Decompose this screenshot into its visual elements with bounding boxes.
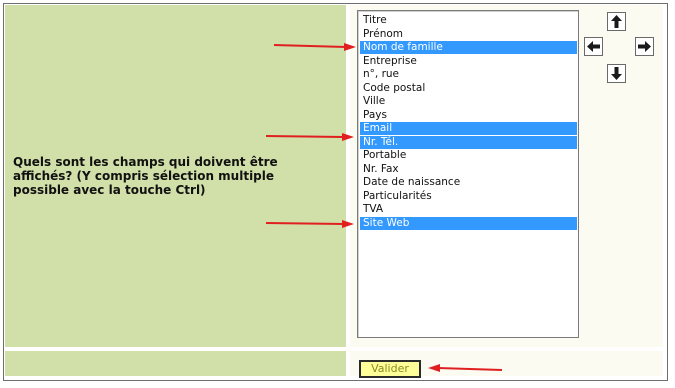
list-option[interactable]: Titre [360, 14, 577, 27]
list-option[interactable]: Date de naissance [360, 176, 577, 189]
list-option[interactable]: Entreprise [360, 55, 577, 68]
list-option[interactable]: n°, rue [360, 68, 577, 81]
move-down-button[interactable] [607, 64, 626, 83]
list-option[interactable]: Site Web [360, 216, 577, 230]
list-option[interactable]: Particularités [360, 190, 577, 203]
list-option[interactable]: TVA [360, 203, 577, 216]
list-option[interactable]: Prénom [360, 28, 577, 41]
list-option[interactable]: Nr. Tél. [360, 135, 577, 149]
move-right-button[interactable] [635, 37, 654, 56]
move-left-button[interactable] [584, 37, 603, 56]
arrow-left-icon [587, 41, 600, 52]
question-label: Quels sont les champs qui doivent être a… [13, 155, 278, 197]
fields-listbox[interactable]: Titre Prénom Nom de famille Entreprise n°, r… [357, 10, 579, 338]
list-option[interactable]: Ville [360, 95, 577, 108]
list-option[interactable]: Code postal [360, 82, 577, 95]
annotation-arrow-icon [265, 220, 354, 228]
list-option[interactable]: Pays [360, 109, 577, 122]
list-option[interactable]: Nom de famille [360, 41, 577, 54]
arrow-right-icon [638, 41, 651, 52]
submit-button[interactable]: Valider [359, 360, 421, 378]
annotation-arrow-icon [428, 364, 503, 372]
arrow-down-icon [611, 67, 622, 80]
annotation-arrow-icon [265, 133, 354, 141]
list-option[interactable]: Portable [360, 149, 577, 162]
move-up-button[interactable] [607, 12, 626, 31]
annotation-arrow-icon [273, 43, 356, 51]
submit-label-cell [5, 351, 346, 376]
list-option[interactable]: Nr. Fax [360, 163, 577, 176]
arrow-up-icon [611, 15, 622, 28]
list-option[interactable]: Email [360, 122, 577, 135]
